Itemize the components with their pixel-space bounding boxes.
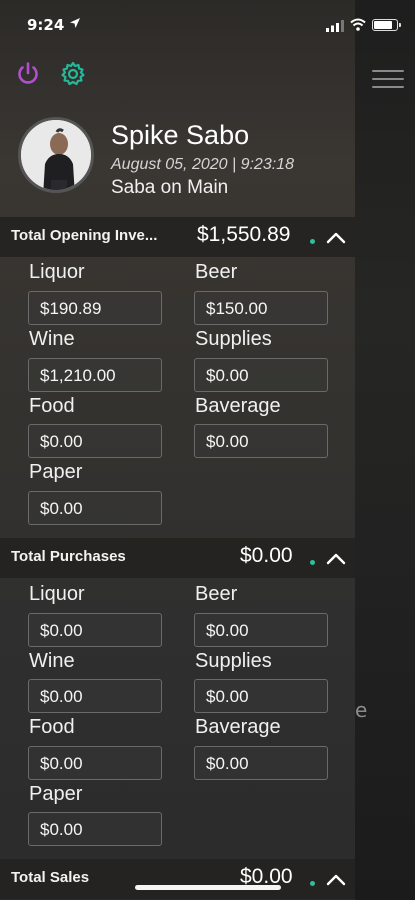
food-input[interactable]: $0.00 [28, 424, 162, 458]
beer-input[interactable]: $0.00 [194, 613, 328, 647]
paper-input[interactable]: $0.00 [28, 812, 162, 846]
user-name: Spike Sabo [111, 120, 250, 150]
chevron-up-icon[interactable] [325, 231, 347, 245]
battery-icon [372, 19, 401, 31]
beer-input[interactable]: $150.00 [194, 291, 328, 325]
baverage-input[interactable]: $0.00 [194, 424, 328, 458]
status-dot [310, 881, 315, 886]
paper-input[interactable]: $0.00 [28, 491, 162, 525]
section-title: Total Sales [11, 869, 90, 886]
side-drawer: Spike Sabo August 05, 2020 | 9:23:18 Sab… [0, 0, 355, 900]
wine-input[interactable]: $1,210.00 [28, 358, 162, 392]
wine-input[interactable]: $0.00 [28, 679, 162, 713]
chevron-up-icon[interactable] [325, 552, 347, 566]
field-label-baverage: Baverage [195, 395, 281, 417]
section-total: $1,550.89 [197, 223, 291, 246]
status-dot [310, 239, 315, 244]
cellular-signal-icon [326, 20, 344, 32]
field-label-beer: Beer [195, 261, 238, 283]
avatar[interactable] [18, 117, 94, 193]
section-header-sales[interactable]: Total Sales $0.00 [0, 859, 355, 899]
section-header-purchases[interactable]: Total Purchases $0.00 [0, 538, 355, 578]
section-title: Total Purchases [11, 548, 126, 565]
liquor-input[interactable]: $0.00 [28, 613, 162, 647]
baverage-input[interactable]: $0.00 [194, 746, 328, 780]
user-location: Saba on Main [111, 177, 229, 198]
status-dot [310, 560, 315, 565]
location-arrow-icon [70, 18, 80, 28]
section-title: Total Opening Inve... [11, 227, 158, 244]
gear-icon[interactable] [59, 60, 87, 88]
field-label-beer: Beer [195, 583, 238, 605]
background-overlay [355, 0, 415, 900]
field-label-paper: Paper [29, 783, 83, 805]
field-label-liquor: Liquor [29, 583, 85, 605]
home-indicator[interactable] [135, 885, 281, 890]
background-text: e [355, 698, 368, 722]
field-label-supplies: Supplies [195, 328, 272, 350]
status-bar: 9:24 [0, 0, 415, 48]
power-icon[interactable] [14, 60, 42, 88]
field-label-wine: Wine [29, 328, 75, 350]
liquor-input[interactable]: $190.89 [28, 291, 162, 325]
section-header-opening-inventory[interactable]: Total Opening Inve... $1,550.89 [0, 217, 355, 257]
wifi-icon [350, 18, 366, 31]
field-label-food: Food [29, 716, 75, 738]
hamburger-menu-icon[interactable] [372, 70, 404, 90]
field-label-liquor: Liquor [29, 261, 85, 283]
user-datetime: August 05, 2020 | 9:23:18 [111, 156, 294, 173]
food-input[interactable]: $0.00 [28, 746, 162, 780]
status-time: 9:24 [27, 16, 65, 34]
field-label-wine: Wine [29, 650, 75, 672]
chevron-up-icon[interactable] [325, 873, 347, 887]
field-label-paper: Paper [29, 461, 83, 483]
field-label-baverage: Baverage [195, 716, 281, 738]
supplies-input[interactable]: $0.00 [194, 358, 328, 392]
field-label-food: Food [29, 395, 75, 417]
field-label-supplies: Supplies [195, 650, 272, 672]
section-total: $0.00 [240, 544, 293, 567]
supplies-input[interactable]: $0.00 [194, 679, 328, 713]
